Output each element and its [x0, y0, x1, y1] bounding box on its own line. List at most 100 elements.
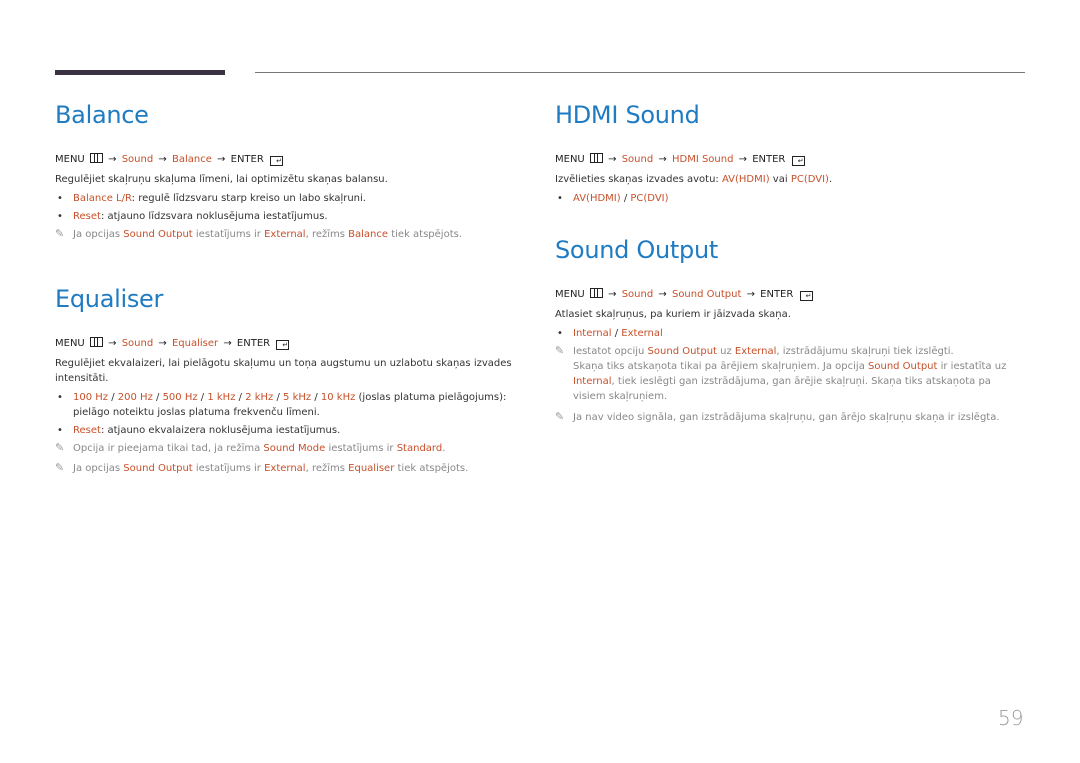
pencil-icon: ✎ — [55, 441, 65, 454]
separator: / — [273, 392, 284, 403]
pencil-icon: ✎ — [55, 461, 65, 474]
note-highlight: Balance — [348, 229, 389, 240]
band-label: 1 kHz — [207, 392, 236, 403]
left-column: Balance MENU → Sound → Balance → ENTER ↵… — [55, 98, 515, 476]
equaliser-section: Equaliser MENU → Sound → Equaliser → ENT… — [55, 282, 515, 476]
note-text: , režīms — [305, 463, 349, 474]
note-highlight: Equaliser — [348, 463, 395, 474]
enter-label: ENTER — [760, 289, 794, 300]
note-text: iestatījums ir — [325, 443, 397, 454]
arrow-icon: → — [158, 338, 167, 349]
list-item: Reset: atjauno līdzsvara noklusējuma ies… — [55, 209, 515, 224]
note-text: uz — [716, 346, 735, 357]
note-highlight: External — [264, 229, 306, 240]
note-highlight: Sound Output — [123, 229, 193, 240]
note-text: ir iestatīta uz — [937, 361, 1007, 372]
sound-output-section: Sound Output MENU → Sound → Sound Output… — [555, 233, 1015, 425]
sound-output-description: Atlasiet skaļruņus, pa kuriem ir jāizvad… — [555, 309, 791, 320]
hdmi-sound-title: HDMI Sound — [555, 101, 700, 129]
note: ✎ Ja opcijas Sound Output iestatījums ir… — [55, 461, 515, 476]
bullet-text: : atjauno ekvalaizera noklusējuma iestat… — [100, 425, 341, 436]
note-text: Ja opcijas — [73, 229, 124, 240]
hdmi-sound-menu-path: MENU → Sound → HDMI Sound → ENTER ↵ — [555, 152, 1015, 168]
menu-label: MENU — [55, 154, 85, 165]
note-highlight: External — [264, 463, 306, 474]
menu-sound: Sound — [621, 154, 654, 165]
menu-item: Equaliser — [171, 338, 219, 349]
option-label: AV(HDMI) — [573, 193, 621, 204]
enter-icon: ↵ — [791, 156, 805, 166]
enter-icon: ↵ — [276, 340, 290, 350]
bullet-text: : regulē līdzsvaru starp kreiso un labo … — [131, 193, 366, 204]
note-text: . — [442, 443, 446, 454]
desc-highlight: AV(HDMI) — [721, 174, 770, 185]
bullet-text: : atjauno līdzsvara noklusējuma iestatīj… — [100, 211, 328, 222]
note-text: , izstrādājumu skaļruņi tiek izslēgti. — [776, 346, 954, 357]
menu-icon — [89, 153, 103, 163]
band-label: 10 kHz — [320, 392, 356, 403]
note-highlight: Internal — [573, 376, 612, 387]
equaliser-menu-path: MENU → Sound → Equaliser → ENTER ↵ — [55, 336, 515, 352]
pencil-icon: ✎ — [555, 410, 565, 423]
separator: / — [235, 392, 246, 403]
note-highlight: Sound Output — [123, 463, 193, 474]
balance-menu-path: MENU → Sound → Balance → ENTER ↵ — [55, 152, 515, 168]
page-number: 59 — [998, 706, 1024, 730]
arrow-icon: → — [738, 154, 748, 165]
arrow-icon: → — [223, 338, 232, 349]
note-text: iestatījums ir — [192, 463, 265, 474]
equaliser-bullets: 100 Hz / 200 Hz / 500 Hz / 1 kHz / 2 kHz… — [55, 390, 515, 438]
list-item: 100 Hz / 200 Hz / 500 Hz / 1 kHz / 2 kHz… — [55, 390, 515, 420]
note-text: tiek atspējots. — [394, 463, 469, 474]
hdmi-sound-section: HDMI Sound MENU → Sound → HDMI Sound → E… — [555, 98, 1015, 206]
band-label: 100 Hz — [73, 392, 109, 403]
sound-output-options: Internal / External — [555, 326, 1015, 341]
note: ✎ Ja opcijas Sound Output iestatījums ir… — [55, 227, 515, 242]
note-text: Opcija ir pieejama tikai tad, ja režīma — [73, 443, 264, 454]
note-highlight: Sound Output — [868, 361, 938, 372]
band-label: 5 kHz — [283, 392, 312, 403]
menu-sound: Sound — [621, 289, 654, 300]
equaliser-title: Equaliser — [55, 285, 164, 313]
enter-label: ENTER — [230, 154, 264, 165]
note-highlight: Sound Output — [647, 346, 717, 357]
arrow-icon: → — [658, 154, 667, 165]
desc-text: . — [828, 174, 833, 185]
band-label: 500 Hz — [162, 392, 198, 403]
separator: / — [108, 392, 118, 403]
sound-output-title: Sound Output — [555, 236, 718, 264]
note-highlight: External — [734, 346, 777, 357]
note-text: Ja opcijas — [73, 463, 124, 474]
arrow-icon: → — [108, 154, 117, 165]
enter-icon: ↵ — [270, 156, 283, 166]
separator: / — [311, 392, 321, 403]
note: ✎ Iestatot opciju Sound Output uz Extern… — [555, 344, 1015, 404]
arrow-icon: → — [108, 338, 117, 349]
note-highlight: Sound Mode — [263, 443, 326, 454]
balance-description: Regulējiet skaļruņu skaļuma līmeni, lai … — [55, 174, 388, 185]
enter-icon: ↵ — [799, 291, 813, 301]
header-rule — [255, 72, 1025, 73]
desc-highlight: PC(DVI) — [790, 174, 829, 185]
note-text: Iestatot opciju — [573, 346, 648, 357]
note-text: Skaņa tiks atskaņota tikai pa ārējiem sk… — [573, 361, 869, 372]
bullet-label: Reset — [73, 425, 101, 436]
note-text: Ja nav video signāla, gan izstrādājuma s… — [573, 412, 1000, 423]
menu-label: MENU — [55, 338, 85, 349]
note-text: tiek atspējots. — [388, 229, 463, 240]
arrow-icon: → — [608, 289, 617, 300]
enter-label: ENTER — [752, 154, 786, 165]
sound-output-menu-path: MENU → Sound → Sound Output → ENTER ↵ — [555, 287, 1015, 303]
bullet-label: Reset — [73, 211, 101, 222]
separator: / — [152, 392, 163, 403]
balance-title: Balance — [55, 101, 149, 129]
arrow-icon: → — [658, 289, 667, 300]
enter-label: ENTER — [236, 338, 271, 349]
note: ✎ Opcija ir pieejama tikai tad, ja režīm… — [55, 441, 515, 456]
list-item: AV(HDMI) / PC(DVI) — [555, 191, 1015, 206]
menu-label: MENU — [555, 154, 585, 165]
menu-icon — [589, 153, 603, 163]
arrow-icon: → — [608, 154, 617, 165]
list-item: Internal / External — [555, 326, 1015, 341]
band-label: 200 Hz — [117, 392, 153, 403]
